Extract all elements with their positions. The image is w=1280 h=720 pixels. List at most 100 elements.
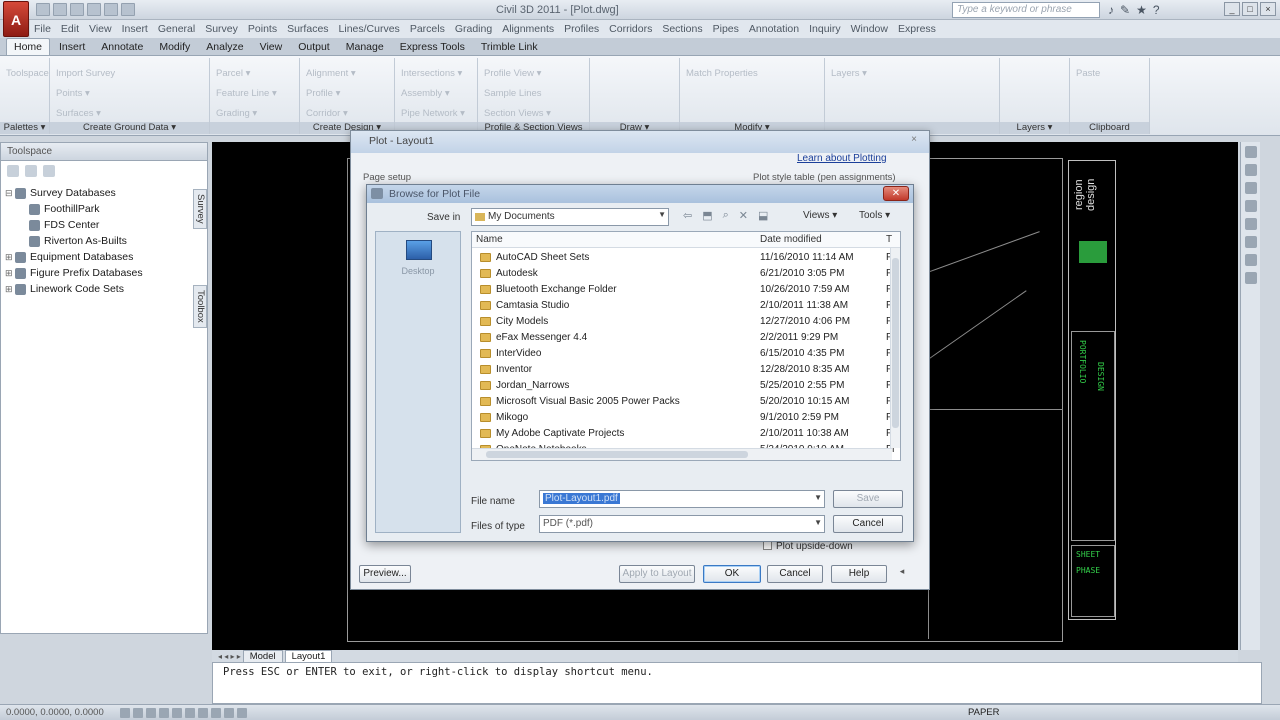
file-row[interactable]: InterVideo6/15/2010 4:35 PMFi [472,346,894,362]
menu-item-general[interactable]: General [158,23,195,35]
menu-item-corridors[interactable]: Corridors [609,23,652,35]
menu-item-lines-curves[interactable]: Lines/Curves [339,23,400,35]
file-row[interactable]: Camtasia Studio2/10/2011 11:38 AMFi [472,298,894,314]
ribbon-tab-manage[interactable]: Manage [339,39,391,55]
menu-item-alignments[interactable]: Alignments [502,23,554,35]
ribbon-command[interactable]: Profile ▾ [306,84,388,104]
showmotion-icon[interactable] [1244,218,1257,230]
ribbon-command[interactable]: Paste [1076,64,1143,84]
ribbon-command[interactable]: Toolspace [6,64,49,84]
ribbon-command[interactable]: Assembly ▾ [401,84,471,104]
menu-item-parcels[interactable]: Parcels [410,23,445,35]
qp-icon[interactable] [237,708,247,718]
menu-item-edit[interactable]: Edit [61,23,79,35]
favorites-icon[interactable]: ★ [1136,3,1147,17]
save-icon[interactable] [70,3,84,16]
apply-to-layout-button[interactable]: Apply to Layout [619,565,695,583]
menu-item-survey[interactable]: Survey [205,23,238,35]
preview-button[interactable]: Preview... [359,565,411,583]
tab-survey[interactable]: Survey [193,189,207,229]
ribbon-command[interactable]: Import Survey [56,64,203,84]
ribbon-panel-title[interactable]: Palettes ▾ [0,122,49,134]
tab-model[interactable]: Model [242,649,283,663]
properties-palette-strip[interactable] [1262,142,1280,650]
ribbon-tab-insert[interactable]: Insert [52,39,92,55]
ribbon-command[interactable]: Intersections ▾ [401,64,471,84]
save-in-dropdown[interactable]: My Documents ▼ [471,208,669,226]
minimize-icon[interactable]: _ [1224,2,1240,16]
tree-node[interactable]: ⊟ Survey Databases [5,185,143,201]
ribbon-panel-title[interactable]: Layers ▾ [1000,122,1069,134]
chevron-down-icon[interactable]: ▼ [814,493,822,502]
menu-item-file[interactable]: File [34,23,51,35]
close-icon[interactable]: × [907,134,921,148]
file-row[interactable]: Microsoft Visual Basic 2005 Power Packs 5… [472,394,894,410]
cancel-button[interactable]: Cancel [833,515,903,533]
paper-space-toggle[interactable]: PAPER [968,707,1000,718]
search-web-icon[interactable]: ⌕ [723,209,729,222]
ribbon-tab-analyze[interactable]: Analyze [199,39,250,55]
menu-item-surfaces[interactable]: Surfaces [287,23,328,35]
expand-options-icon[interactable]: ◂ [895,563,909,579]
menu-item-insert[interactable]: Insert [122,23,148,35]
dyn-icon[interactable] [211,708,221,718]
layout-nav-arrows[interactable]: ◂ ◂ ▸ ▸ [218,652,241,661]
files-of-type-dropdown[interactable]: PDF (*.pdf) ▼ [539,515,825,533]
pan-icon[interactable] [1244,146,1257,158]
settings-icon[interactable] [25,165,37,177]
help-icon[interactable]: ? [1153,3,1160,17]
save-button[interactable]: Save [833,490,903,508]
ribbon-command[interactable]: Feature Line ▾ [216,84,293,104]
ribbon-panel-title[interactable]: Create Ground Data ▾ [50,122,209,134]
file-row[interactable]: AutoCAD Sheet Sets11/16/2010 11:14 AMFi [472,250,894,266]
osnap-icon[interactable] [172,708,182,718]
expand-icon[interactable]: ⊞ [5,268,15,279]
ribbon-tab-annotate[interactable]: Annotate [94,39,150,55]
file-row[interactable]: Inventor12/28/2010 8:35 AMFi [472,362,894,378]
ribbon-command[interactable]: Points ▾ [56,84,203,104]
file-row[interactable]: eFax Messenger 4.42/2/2011 9:29 PMFi [472,330,894,346]
lineweight-icon[interactable] [224,708,234,718]
ribbon-tab-modify[interactable]: Modify [152,39,197,55]
ribbon-tab-express-tools[interactable]: Express Tools [393,39,472,55]
search-input[interactable]: Type a keyword or phrase [952,2,1100,18]
new-icon[interactable] [36,3,50,16]
open-icon[interactable] [53,3,67,16]
column-type[interactable]: T [886,234,892,245]
tab-layout1[interactable]: Layout1 [284,649,333,663]
ribbon-command[interactable]: Alignment ▾ [306,64,388,84]
survey-icon[interactable] [7,165,19,177]
layer-icon[interactable] [1244,236,1257,248]
ribbon-command[interactable]: Parcel ▾ [216,64,293,84]
menu-item-view[interactable]: View [89,23,112,35]
polar-icon[interactable] [159,708,169,718]
orbit-icon[interactable] [1244,182,1257,194]
ribbon-command[interactable]: Section Views ▾ [484,104,583,124]
properties-icon[interactable] [1244,254,1257,266]
ok-button[interactable]: OK [703,565,761,583]
views-menu[interactable]: Views ▾ [803,210,837,221]
communication-icon[interactable]: ♪ [1108,3,1114,17]
file-name-input[interactable]: Plot-Layout1.pdf ▼ [539,490,825,508]
expand-icon[interactable]: ⊞ [5,252,15,263]
plot-upside-down-checkbox[interactable] [763,541,772,550]
file-row[interactable]: Jordan_Narrows5/25/2010 2:55 PMFi [472,378,894,394]
back-icon[interactable]: ⇦ [683,209,692,222]
new-folder-icon[interactable]: ⬓ [758,209,768,222]
ribbon-command[interactable]: Sample Lines [484,84,583,104]
file-row[interactable]: Bluetooth Exchange Folder 10/26/2010 7:59… [472,282,894,298]
menu-item-grading[interactable]: Grading [455,23,492,35]
undo-icon[interactable] [104,3,118,16]
ribbon-tab-home[interactable]: Home [6,38,51,55]
ribbon-command[interactable]: Profile View ▾ [484,64,583,84]
tree-node[interactable]: ⊞ Figure Prefix Databases [5,265,143,281]
redo-icon[interactable] [121,3,135,16]
application-menu-button[interactable]: A [3,1,29,37]
help-button[interactable]: Help [831,565,887,583]
grid-icon[interactable] [133,708,143,718]
file-row[interactable]: City Models12/27/2010 4:06 PMFi [472,314,894,330]
horizontal-scrollbar[interactable] [472,448,892,460]
vertical-scrollbar[interactable] [890,248,900,448]
scroll-thumb[interactable] [486,451,748,458]
tree-node[interactable]: ⊞ Equipment Databases [5,249,143,265]
